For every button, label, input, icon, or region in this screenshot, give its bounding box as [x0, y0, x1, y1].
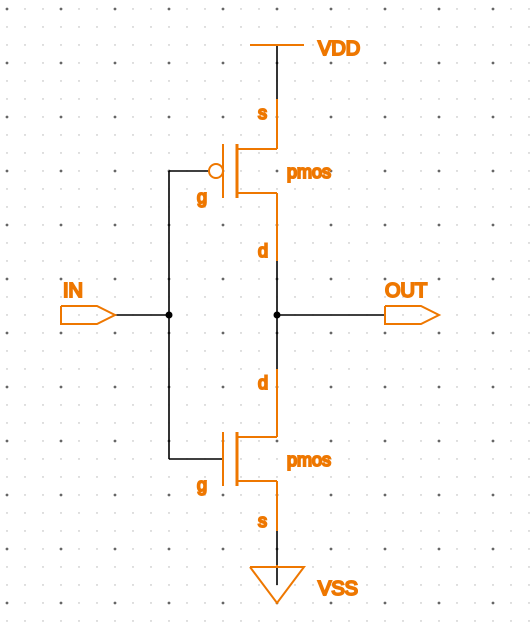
in-label: IN	[63, 280, 83, 302]
vdd-label: VDD	[318, 38, 360, 60]
g-bot-label: g	[197, 475, 207, 495]
g-top-label: g	[197, 187, 207, 207]
pmos-top-label: pmos	[287, 162, 331, 182]
out-pin[interactable]	[385, 306, 439, 324]
wires	[115, 45, 385, 585]
vss-label: VSS	[318, 578, 358, 600]
pmos-bot-label: pmos	[287, 450, 331, 470]
pmos-bottom[interactable]	[223, 369, 277, 531]
d-top-label: d	[258, 241, 268, 261]
out-label: OUT	[385, 280, 427, 302]
dot-grid	[6, 8, 530, 622]
d-bot-label: d	[258, 373, 268, 393]
s-top-label: s	[258, 103, 267, 123]
in-pin[interactable]	[61, 306, 115, 324]
s-bot-label: s	[258, 511, 267, 531]
pmos-top[interactable]	[209, 99, 277, 261]
